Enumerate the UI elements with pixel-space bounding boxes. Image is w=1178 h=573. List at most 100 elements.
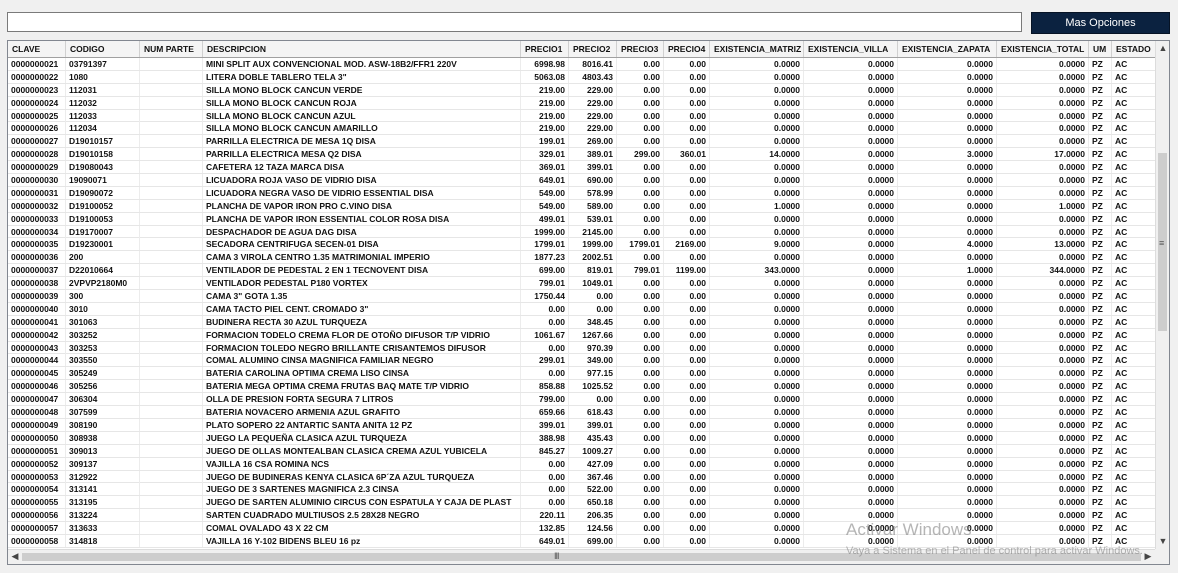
grip-icon: ≡ [1159,238,1165,248]
table-row[interactable]: 0000000036 200 CAMA 3 VIROLA CENTRO 1.35 M… [8,251,1156,265]
table-row[interactable]: 0000000025 112033 SILLA MONO BLOCK CANCUN … [8,109,1156,123]
table-row[interactable]: 0000000049 308190 PLATO SOPERO 22 ANTARTIC… [8,418,1156,432]
cell-precio4: 0.00 [664,470,710,483]
cell-num-parte [140,70,203,83]
column-header-precio3[interactable]: PRECIO3 [617,41,664,57]
table-row[interactable]: 0000000037 D22010664 VENTILADOR DE PEDESTA… [8,264,1156,278]
cell-num-parte [140,483,203,496]
table-row[interactable]: 0000000026 112034 SILLA MONO BLOCK CANCUN … [8,122,1156,136]
table-row[interactable]: 0000000047 306304 OLLA DE PRESION FORTA SE… [8,393,1156,407]
scroll-up-icon[interactable]: ▲ [1156,43,1169,53]
cell-estado: AC [1112,148,1156,161]
column-header-estado[interactable]: ESTADO [1112,41,1156,57]
table-row[interactable]: 0000000054 313141 JUEGO DE 3 SARTENES MAGN… [8,483,1156,497]
vertical-scrollbar[interactable]: ▲ ≡ ▼ [1155,41,1169,550]
cell-estado: AC [1112,406,1156,419]
cell-codigo: D19100052 [66,199,140,212]
table-row[interactable]: 0000000023 112031 SILLA MONO BLOCK CANCUN … [8,83,1156,97]
cell-num-parte [140,109,203,122]
cell-precio2: 229.00 [569,109,617,122]
cell-codigo: 313633 [66,522,140,535]
table-row[interactable]: 0000000029 D19080043 CAFETERA 12 TAZA MARC… [8,161,1156,175]
products-grid[interactable]: CLAVE CODIGO NUM PARTE DESCRIPCION PRECIO1 PR… [7,40,1170,565]
cell-descripcion: LICUADORA ROJA VASO DE VIDRIO DISA [203,174,521,187]
table-row[interactable]: 0000000030 19090071 LICUADORA ROJA VASO DE… [8,174,1156,187]
table-row[interactable]: 0000000055 313195 JUEGO DE SARTEN ALUMINIO… [8,496,1156,510]
table-row[interactable]: 0000000038 2VPVP2180M0 VENTILADOR PEDESTAL… [8,277,1156,291]
cell-precio3: 0.00 [617,431,664,444]
cell-existencia-villa: 0.0000 [804,148,898,161]
table-row[interactable]: 0000000053 312922 JUEGO DE BUDINERAS KENYA… [8,470,1156,484]
cell-existencia-zapata: 1.0000 [898,264,997,277]
table-row[interactable]: 0000000044 303550 COMAL ALUMINO CINSA MAGN… [8,354,1156,368]
column-header-um[interactable]: UM [1089,41,1112,57]
table-row[interactable]: 0000000031 D19090072 LICUADORA NEGRA VASO … [8,186,1156,200]
table-row[interactable]: 0000000056 313224 SARTEN CUADRADO MULTIUSO… [8,509,1156,523]
table-row[interactable]: 0000000043 303253 FORMACION TOLEDO NEGRO B… [8,341,1156,355]
cell-precio4: 0.00 [664,457,710,470]
table-row[interactable]: 0000000040 3010 CAMA TACTO PIEL CENT. CROM… [8,302,1156,316]
cell-codigo: 307599 [66,406,140,419]
cell-clave: 0000000038 [8,277,66,290]
cell-existencia-zapata: 0.0000 [898,380,997,393]
cell-existencia-zapata: 0.0000 [898,328,997,341]
table-row[interactable]: 0000000052 309137 VAJILLA 16 CSA ROMINA NC… [8,457,1156,471]
cell-codigo: 309137 [66,457,140,470]
cell-um: PZ [1089,522,1112,535]
table-row[interactable]: 0000000046 305256 BATERIA MEGA OPTIMA CREM… [8,380,1156,394]
cell-existencia-villa: 0.0000 [804,212,898,225]
table-row[interactable]: 0000000057 313633 COMAL OVALADO 43 X 22 CM… [8,522,1156,535]
cell-um: PZ [1089,431,1112,444]
cell-estado: AC [1112,83,1156,96]
scroll-down-icon[interactable]: ▼ [1156,536,1169,546]
column-header-num-parte[interactable]: NUM PARTE [140,41,203,57]
column-header-descripcion[interactable]: DESCRIPCION [203,41,521,57]
cell-existencia-total: 0.0000 [997,225,1089,238]
cell-existencia-villa: 0.0000 [804,290,898,303]
column-header-existencia-total[interactable]: EXISTENCIA_TOTAL [997,41,1089,57]
table-row[interactable]: 0000000028 D19010158 PARRILLA ELECTRICA ME… [8,148,1156,162]
column-header-precio4[interactable]: PRECIO4 [664,41,710,57]
cell-num-parte [140,251,203,264]
table-row[interactable]: 0000000021 03791397 MINI SPLIT AUX CONVENC… [8,58,1156,71]
cell-precio3: 0.00 [617,302,664,315]
table-row[interactable]: 0000000041 301063 BUDINERA RECTA 30 AZUL T… [8,315,1156,329]
table-row[interactable]: 0000000048 307599 BATERIA NOVACERO ARMENIA… [8,406,1156,419]
table-row[interactable]: 0000000035 D19230001 SECADORA CENTRIFUGA S… [8,238,1156,252]
column-header-codigo[interactable]: CODIGO [66,41,140,57]
cell-existencia-zapata: 0.0000 [898,418,997,431]
cell-precio4: 0.00 [664,70,710,83]
column-header-precio1[interactable]: PRECIO1 [521,41,569,57]
column-header-existencia-zapata[interactable]: EXISTENCIA_ZAPATA [898,41,997,57]
cell-clave: 0000000029 [8,161,66,174]
table-row[interactable]: 0000000042 303252 FORMACION TODELO CREMA F… [8,328,1156,342]
cell-descripcion: MINI SPLIT AUX CONVENCIONAL MOD. ASW-18B… [203,58,521,70]
cell-existencia-total: 0.0000 [997,83,1089,96]
table-row[interactable]: 0000000027 D19010157 PARRILLA ELECTRICA DE… [8,135,1156,149]
table-row[interactable]: 0000000033 D19100053 PLANCHA DE VAPOR IRON… [8,212,1156,226]
table-row[interactable]: 0000000051 309013 JUEGO DE OLLAS MONTEALBA… [8,444,1156,458]
scroll-left-icon[interactable]: ◀ [8,551,22,562]
table-row[interactable]: 0000000045 305249 BATERIA CAROLINA OPTIMA … [8,367,1156,381]
column-header-existencia-matriz[interactable]: EXISTENCIA_MATRIZ [710,41,804,57]
table-row[interactable]: 0000000034 D19170007 DESPACHADOR DE AGUA D… [8,225,1156,239]
cell-descripcion: PARRILLA ELECTRICA DE MESA 1Q DISA [203,135,521,148]
search-input[interactable] [7,12,1022,32]
table-row[interactable]: 0000000039 300 CAMA 3" GOTA 1.35 1750.44 0.0… [8,290,1156,303]
table-row[interactable]: 0000000024 112032 SILLA MONO BLOCK CANCUN … [8,96,1156,110]
cell-um: PZ [1089,70,1112,83]
table-row[interactable]: 0000000022 1080 LITERA DOBLE TABLERO TELA … [8,70,1156,84]
column-header-existencia-villa[interactable]: EXISTENCIA_VILLA [804,41,898,57]
cell-precio4: 0.00 [664,341,710,354]
column-header-precio2[interactable]: PRECIO2 [569,41,617,57]
cell-existencia-villa: 0.0000 [804,418,898,431]
scroll-right-icon[interactable]: ▶ [1141,551,1155,562]
cell-existencia-zapata: 0.0000 [898,431,997,444]
column-header-clave[interactable]: CLAVE [8,41,66,57]
table-row[interactable]: 0000000032 D19100052 PLANCHA DE VAPOR IRON… [8,199,1156,213]
cell-precio3: 0.00 [617,457,664,470]
more-options-button[interactable]: Mas Opciones [1031,12,1170,34]
cell-precio3: 0.00 [617,212,664,225]
table-row[interactable]: 0000000050 308938 JUEGO LA PEQUEÑA CLASICA… [8,431,1156,445]
cell-precio4: 0.00 [664,393,710,406]
